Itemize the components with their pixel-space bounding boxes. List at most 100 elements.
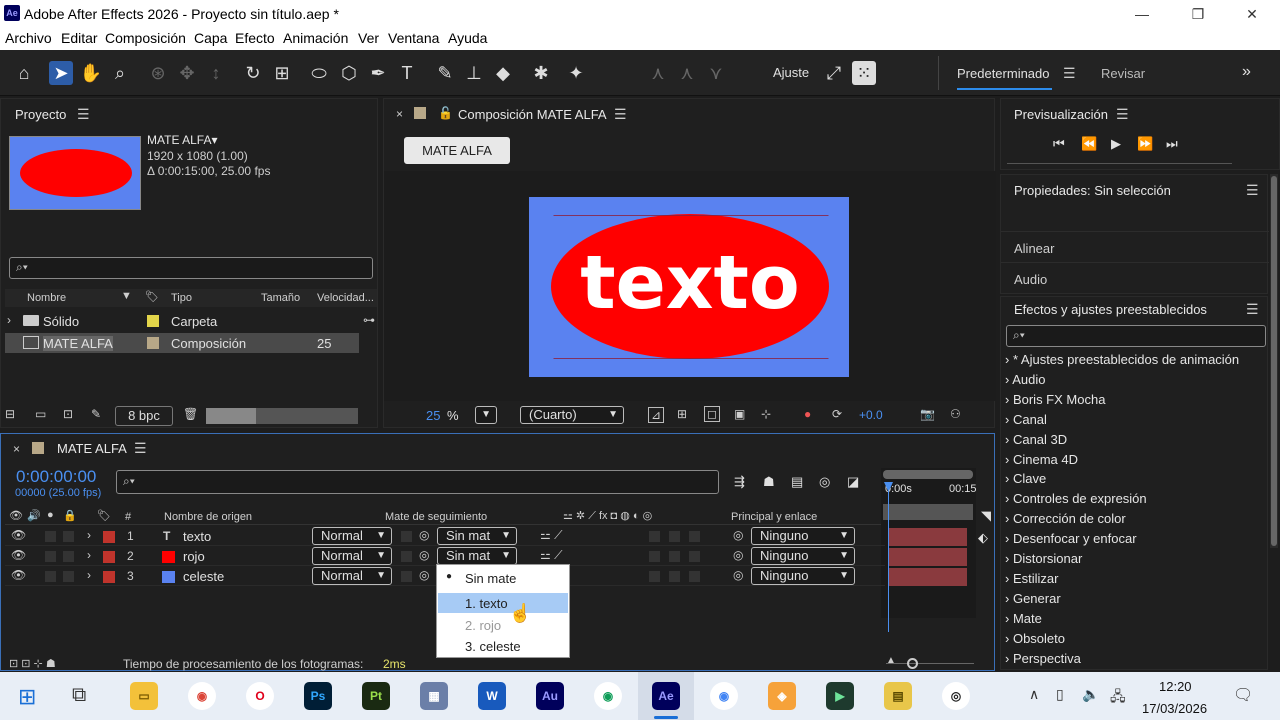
roto-brush-icon[interactable]: ✱ xyxy=(529,61,553,85)
anchor-tool-icon[interactable]: ⊞ xyxy=(270,61,294,85)
motion-blur-icon[interactable]: ◎ xyxy=(819,474,830,490)
clock-time[interactable]: 12:20 xyxy=(1159,679,1192,694)
lock-box[interactable] xyxy=(63,531,74,542)
obs-icon[interactable]: ◎ xyxy=(942,682,970,710)
grid-guides-icon[interactable]: ⊹ xyxy=(761,407,771,421)
effect-category-item[interactable]: › Estilizar xyxy=(1005,571,1058,586)
expand-chevron-icon[interactable]: › xyxy=(1005,611,1013,626)
parent-pickwhip-icon[interactable]: ◎ xyxy=(733,568,743,582)
clock-date[interactable]: 17/03/2026 xyxy=(1142,701,1207,716)
workspace-menu-icon[interactable]: ☰ xyxy=(1063,65,1076,82)
switch-box[interactable] xyxy=(689,551,700,562)
switch-box[interactable] xyxy=(649,571,660,582)
label-tag-icon[interactable]: 🏷 xyxy=(97,509,111,522)
menu-ver[interactable]: Ver xyxy=(358,30,379,46)
expand-chevron-icon[interactable]: › xyxy=(1005,392,1013,407)
matte-option-none[interactable]: Sin mate xyxy=(465,571,516,586)
first-frame-icon[interactable]: ⏮ xyxy=(1053,136,1065,152)
effect-category-item[interactable]: › Mate xyxy=(1005,611,1042,626)
lock-box[interactable] xyxy=(63,551,74,562)
expand-chevron-icon[interactable]: › xyxy=(1005,631,1013,646)
zoom-tool-icon[interactable]: ⌕ xyxy=(108,61,132,85)
orbit-tool-icon[interactable]: ⊛ xyxy=(146,61,170,85)
timeline-menu-icon[interactable]: ☰ xyxy=(134,440,147,457)
effect-category-item[interactable]: › Obsoleto xyxy=(1005,631,1065,646)
after-effects-icon[interactable]: Ae xyxy=(652,682,680,710)
eye-visibility-icon[interactable]: 👁 xyxy=(11,548,26,562)
matte-pickwhip-icon[interactable]: ◎ xyxy=(419,548,429,562)
last-frame-icon[interactable]: ⏭ xyxy=(1166,136,1178,152)
work-area-range[interactable] xyxy=(883,504,973,520)
expand-chevron-icon[interactable]: › xyxy=(1005,412,1013,427)
layer-bar-3[interactable] xyxy=(889,568,967,586)
interpret-footage-icon[interactable]: ⊟ xyxy=(5,407,15,421)
label-swatch[interactable] xyxy=(103,531,115,543)
lock-box[interactable] xyxy=(63,571,74,582)
current-timecode[interactable]: 0:00:00:00 xyxy=(16,467,96,487)
timeline-search-input[interactable]: ⌕▾ xyxy=(116,470,719,494)
eye-visibility-icon[interactable]: 👁 xyxy=(11,568,26,582)
expand-chevron-icon[interactable]: › xyxy=(1005,571,1013,586)
pan-tool-icon[interactable]: ✥ xyxy=(175,61,199,85)
composition-menu-icon[interactable]: ☰ xyxy=(614,106,627,123)
effect-category-item[interactable]: › Audio xyxy=(1005,372,1045,387)
switch-box[interactable] xyxy=(689,571,700,582)
frame-blending-icon[interactable]: ▤ xyxy=(791,474,803,490)
eraser-tool-icon[interactable]: ◆ xyxy=(491,61,515,85)
switch-box[interactable] xyxy=(689,531,700,542)
col-source-name[interactable]: Nombre de origen xyxy=(164,511,252,523)
blend-mode-dropdown[interactable]: Normal ▼ xyxy=(312,567,392,585)
align-panel-tab[interactable]: Alinear xyxy=(1001,231,1269,261)
effect-category-item[interactable]: › Distorsionar xyxy=(1005,551,1082,566)
effect-category-item[interactable]: › Perspectiva xyxy=(1005,651,1081,666)
windows-start-icon[interactable]: ⊞ xyxy=(18,684,36,710)
substance-painter-icon[interactable]: Pt xyxy=(362,682,390,710)
layer-row[interactable]: 👁 › 1 Ttexto ⚍ ⟋ ◎ ◎ Normal ▼ Sin mat ▼ Ninguno ▼ xyxy=(5,527,885,546)
close-window-button[interactable]: ✕ xyxy=(1232,3,1272,25)
ellipse-tool-icon[interactable]: ⬭ xyxy=(307,61,331,85)
workspace-revisar[interactable]: Revisar xyxy=(1101,66,1145,81)
exposure-value[interactable]: +0.0 xyxy=(859,408,883,422)
mask-path-icon[interactable]: ◻ xyxy=(704,406,720,422)
expand-chevron-icon[interactable]: › xyxy=(1005,432,1013,447)
menu-animacion[interactable]: Animación xyxy=(283,30,348,46)
properties-menu-icon[interactable]: ☰ xyxy=(1246,182,1259,199)
snap-grid-icon[interactable]: ⁙ xyxy=(852,61,876,85)
file-explorer-icon[interactable]: ▭ xyxy=(130,682,158,710)
col-parent-link[interactable]: Principal y enlace xyxy=(731,511,817,523)
opera-icon[interactable]: O xyxy=(246,682,274,710)
viewer-area[interactable]: texto xyxy=(384,171,996,401)
snapshot-camera-icon[interactable]: 📷 xyxy=(920,407,935,421)
effects-panel-title[interactable]: Efectos y ajustes preestablecidos xyxy=(1014,302,1207,317)
parent-dropdown[interactable]: Ninguno ▼ xyxy=(751,527,855,545)
properties-panel-title[interactable]: Propiedades: Sin selección xyxy=(1014,183,1171,198)
expand-chevron-icon[interactable]: › xyxy=(1005,651,1013,666)
matte-option-texto[interactable]: 1. texto xyxy=(465,596,508,611)
effect-category-item[interactable]: › Canal xyxy=(1005,412,1047,427)
audition-icon[interactable]: Au xyxy=(536,682,564,710)
photoshop-icon[interactable]: Ps xyxy=(304,682,332,710)
expand-chevron-icon[interactable]: › xyxy=(1005,551,1013,566)
effects-menu-icon[interactable]: ☰ xyxy=(1246,301,1259,318)
chrome-icon[interactable]: ◉ xyxy=(188,682,216,710)
pen-tool-icon[interactable]: ✒ xyxy=(366,61,390,85)
footer-switch-icons[interactable]: ⊡ ⊡ ⊹ ☗ xyxy=(9,657,56,670)
matte-pickwhip-icon[interactable]: ◎ xyxy=(419,528,429,542)
word-icon[interactable]: W xyxy=(478,682,506,710)
trash-effects-icon[interactable]: ✎ xyxy=(91,407,101,421)
preserve-box[interactable] xyxy=(401,531,412,542)
video-switch-icon[interactable]: 👁 xyxy=(9,509,23,522)
scrollbar-thumb[interactable] xyxy=(1271,176,1277,546)
more-workspaces-icon[interactable]: » xyxy=(1242,63,1251,81)
playhead-line[interactable] xyxy=(888,482,889,632)
solo-box[interactable] xyxy=(45,551,56,562)
tray-overflow-icon[interactable]: ∧ xyxy=(1029,686,1039,703)
show-snapshot-icon[interactable]: ⚇ xyxy=(950,407,961,421)
time-graph[interactable]: 0:00s 00:15 xyxy=(881,468,977,632)
layer-switches[interactable]: ⚍ ⟋ xyxy=(540,528,563,543)
comp-name-label[interactable]: MATE ALFA▾ xyxy=(147,133,218,147)
switch-box[interactable] xyxy=(669,551,680,562)
axis-local-icon[interactable]: ⋏ xyxy=(646,61,670,85)
audio-switch-icon[interactable]: 🔊 xyxy=(27,509,41,522)
effect-category-item[interactable]: › * Ajustes preestablecidos de animación xyxy=(1005,352,1239,367)
